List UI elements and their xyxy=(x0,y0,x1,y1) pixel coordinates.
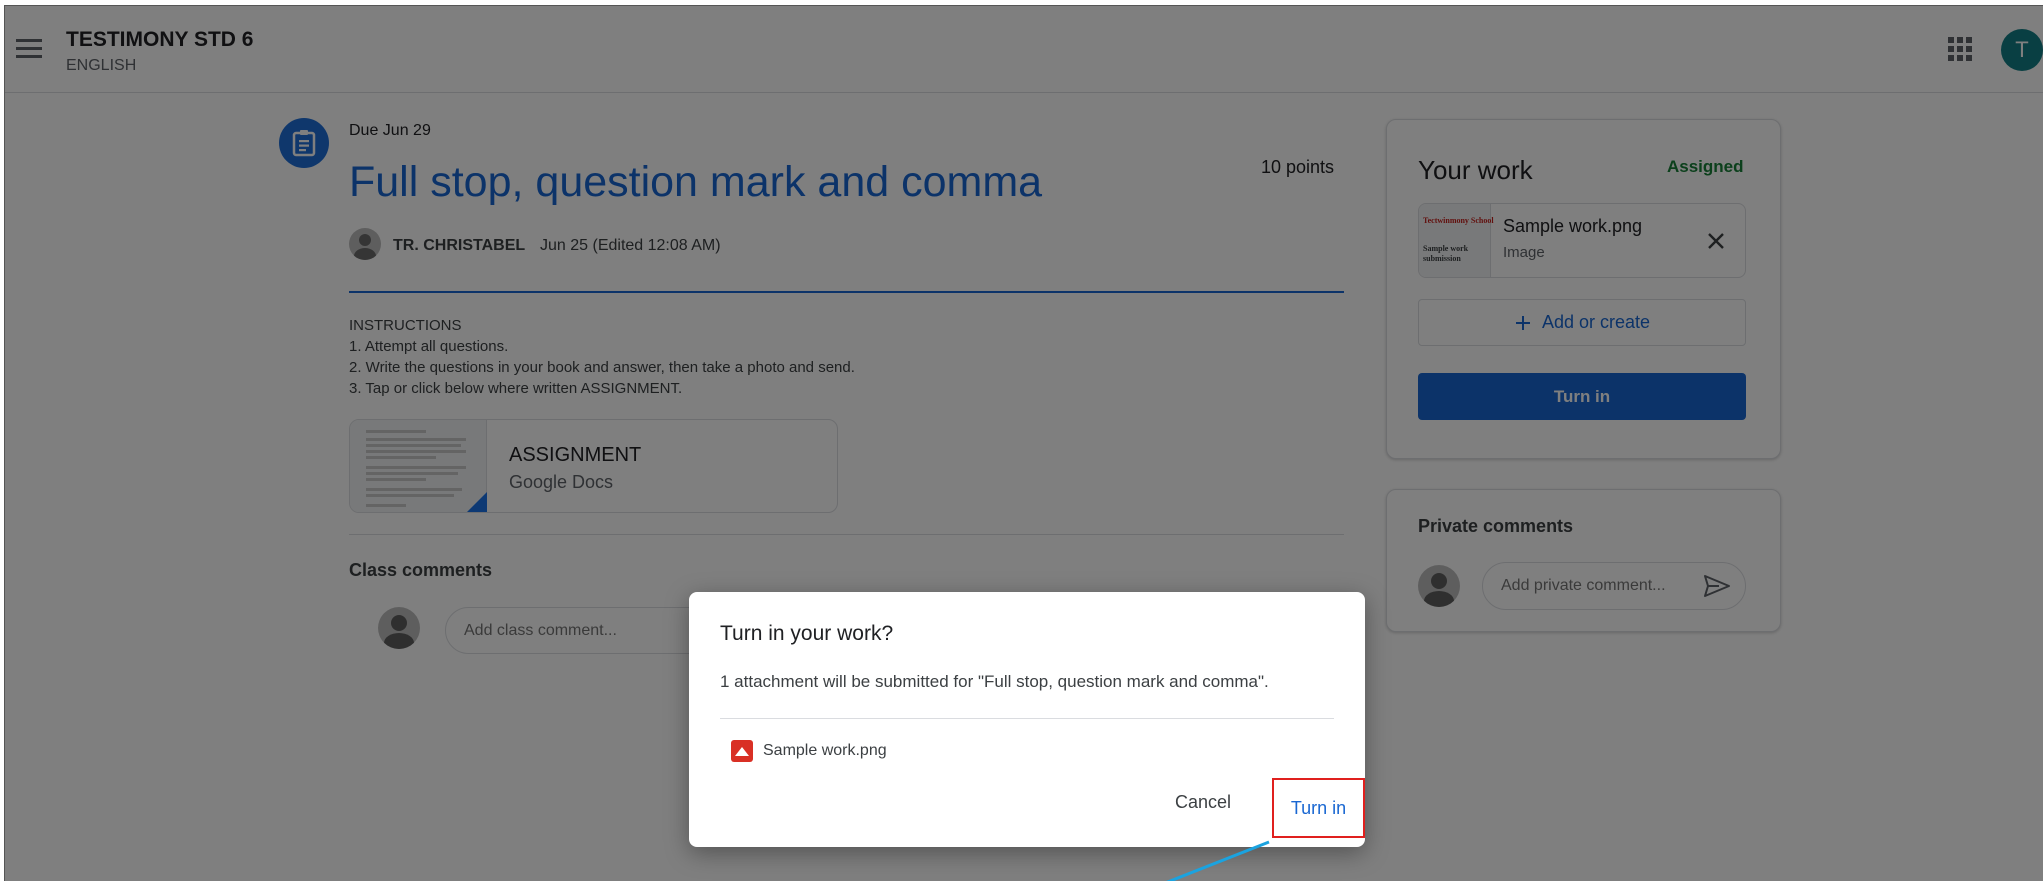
cancel-button[interactable]: Cancel xyxy=(1175,792,1231,813)
dialog-file: Sample work.png xyxy=(731,740,887,762)
dialog-turn-in-button[interactable]: Turn in xyxy=(1272,778,1365,838)
dialog-divider xyxy=(720,718,1334,719)
classroom-page: TESTIMONY STD 6 ENGLISH T Due Jun 29 10 … xyxy=(4,5,2043,881)
turn-in-dialog: Turn in your work? 1 attachment will be … xyxy=(689,592,1365,847)
dialog-title: Turn in your work? xyxy=(720,622,894,645)
dialog-message: 1 attachment will be submitted for "Full… xyxy=(720,672,1269,691)
dialog-file-name: Sample work.png xyxy=(763,742,887,759)
image-icon xyxy=(731,740,753,762)
